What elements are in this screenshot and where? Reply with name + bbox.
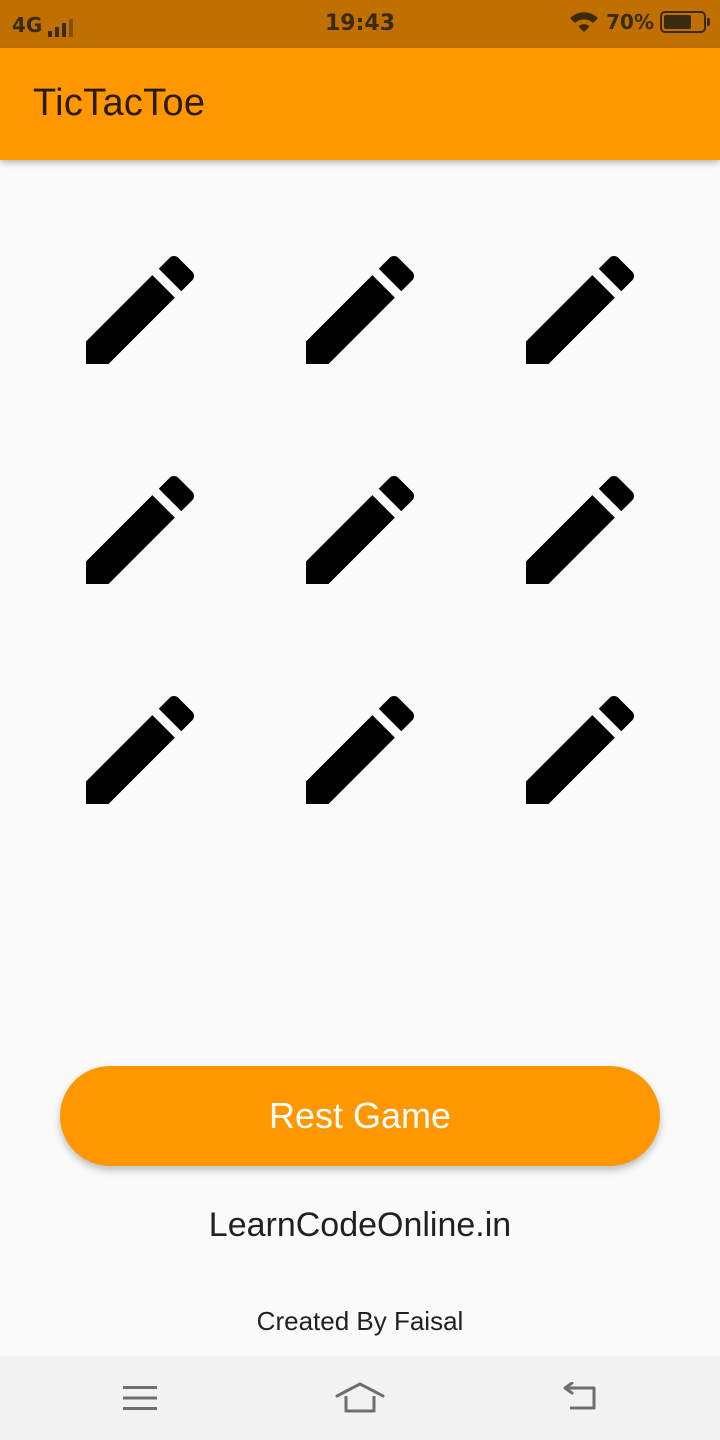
battery-percent: 70% bbox=[606, 10, 654, 34]
board-cell-6[interactable] bbox=[470, 420, 690, 640]
reset-game-button[interactable]: Rest Game bbox=[60, 1066, 660, 1166]
pencil-icon bbox=[288, 678, 432, 822]
status-right: 70% bbox=[568, 10, 710, 34]
battery-icon bbox=[660, 11, 710, 33]
pencil-icon bbox=[68, 458, 212, 602]
credit-label: Created By Faisal bbox=[256, 1306, 464, 1336]
board-cell-8[interactable] bbox=[250, 640, 470, 860]
board-cell-9[interactable] bbox=[470, 640, 690, 860]
menu-icon[interactable] bbox=[110, 1374, 170, 1422]
navigation-bar bbox=[0, 1356, 720, 1440]
board-cell-1[interactable] bbox=[30, 200, 250, 420]
board-cell-7[interactable] bbox=[30, 640, 250, 860]
pencil-icon bbox=[508, 678, 652, 822]
wifi-icon bbox=[570, 12, 599, 32]
home-icon[interactable] bbox=[330, 1374, 390, 1422]
pencil-icon bbox=[508, 458, 652, 602]
pencil-icon bbox=[288, 238, 432, 382]
pencil-icon bbox=[508, 238, 652, 382]
status-bar: 4G 19:43 70% bbox=[0, 0, 720, 48]
pencil-icon bbox=[288, 458, 432, 602]
battery-fill bbox=[664, 15, 691, 29]
app-bar: TicTacToe bbox=[0, 48, 720, 160]
game-board bbox=[30, 200, 690, 860]
site-label: LearnCodeOnline.in bbox=[208, 1206, 512, 1244]
app-title: TicTacToe bbox=[33, 82, 206, 124]
pencil-icon bbox=[68, 678, 212, 822]
pencil-icon bbox=[68, 238, 212, 382]
board-cell-2[interactable] bbox=[250, 200, 470, 420]
board-cell-3[interactable] bbox=[470, 200, 690, 420]
back-icon[interactable] bbox=[550, 1374, 610, 1422]
board-cell-4[interactable] bbox=[30, 420, 250, 640]
board-cell-5[interactable] bbox=[250, 420, 470, 640]
